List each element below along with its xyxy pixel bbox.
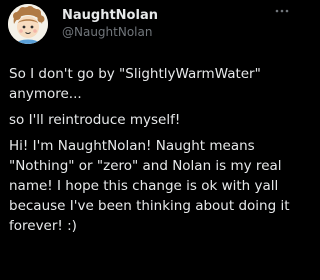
more-options-button[interactable] — [272, 4, 292, 18]
tweet-paragraph: Hi! I'm NaughtNolan! Naught means "Nothi… — [9, 138, 290, 234]
tweet: NaughtNolan @NaughtNolan So I don't go b… — [0, 0, 300, 280]
tweet-text: So I don't go by "SlightlyWarmWater" any… — [9, 64, 292, 242]
avatar[interactable] — [8, 4, 48, 44]
tweet-paragraph: so I'll reintroduce myself! — [9, 112, 181, 128]
more-dots-icon — [275, 9, 289, 13]
display-name[interactable]: NaughtNolan — [62, 8, 158, 24]
tweet-paragraph: So I don't go by "SlightlyWarmWater" any… — [9, 66, 261, 102]
cartoon-avatar-icon — [8, 4, 48, 44]
user-handle[interactable]: @NaughtNolan — [62, 25, 152, 40]
